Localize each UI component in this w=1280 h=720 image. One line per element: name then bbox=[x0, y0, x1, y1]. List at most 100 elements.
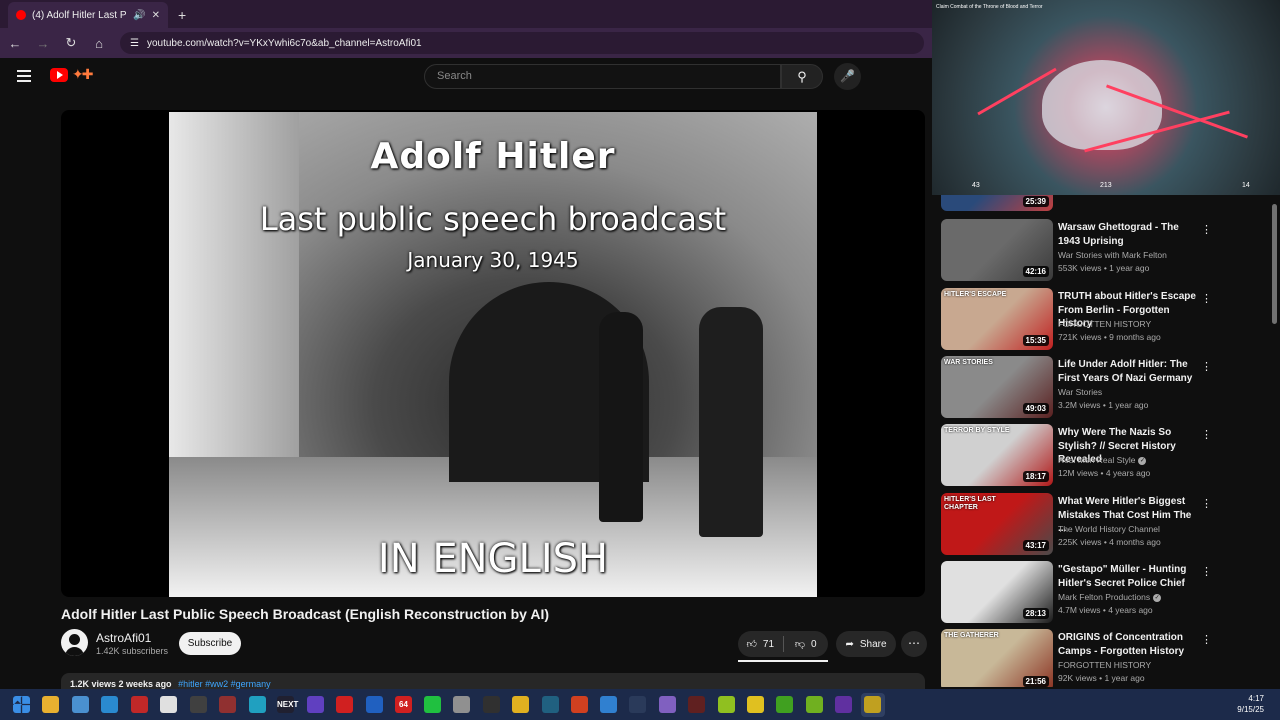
frame-figure-left bbox=[599, 312, 643, 522]
subscribe-button[interactable]: Subscribe bbox=[179, 632, 241, 655]
recommendation-thumbnail[interactable]: HITLER'S ESCAPE 15:35 bbox=[941, 288, 1053, 350]
more-options-icon[interactable]: ⋮ bbox=[1201, 497, 1212, 510]
recommendation-title[interactable]: Life Under Adolf Hitler: The First Years… bbox=[1058, 358, 1198, 385]
next-icon[interactable]: NEXT bbox=[277, 696, 298, 713]
recommendation-channel[interactable]: FORGOTTEN HISTORY bbox=[1058, 660, 1151, 670]
more-actions-icon[interactable]: ⋯ bbox=[901, 631, 927, 657]
app-grey-icon[interactable] bbox=[453, 696, 470, 713]
recommendation-title[interactable]: ORIGINS of Concentration Camps - Forgott… bbox=[1058, 631, 1198, 658]
recommendation-thumbnail[interactable]: WAR STORIES 49:03 bbox=[941, 356, 1053, 418]
recommendation-item[interactable]: THE GATHERER 21:56 ORIGINS of Concentratio… bbox=[940, 629, 1270, 687]
steam-icon[interactable] bbox=[629, 696, 646, 713]
search-icon[interactable]: ⚲ bbox=[781, 64, 823, 89]
reload-icon[interactable]: ↻ bbox=[64, 35, 78, 51]
verified-icon: ✓ bbox=[1138, 456, 1147, 465]
recommendation-item[interactable]: HOW CHINA GOT THE BOMB25:39 bbox=[940, 195, 1270, 211]
taskbar-clock[interactable]: 4:17 9/15/25 bbox=[1237, 693, 1264, 715]
share-button[interactable]: ➦ Share bbox=[836, 631, 896, 657]
recommendation-item[interactable]: HITLER'S LAST CHAPTER 43:17 What Were Hitl… bbox=[940, 493, 1270, 555]
more-options-icon[interactable]: ⋮ bbox=[1201, 360, 1212, 373]
recommendation-channel[interactable]: War Stories bbox=[1058, 387, 1102, 397]
recommendation-thumbnail[interactable]: HOW CHINA GOT THE BOMB25:39 bbox=[941, 195, 1053, 211]
microphone-icon[interactable]: 🎤 bbox=[834, 63, 861, 90]
app-teal-icon[interactable] bbox=[542, 696, 559, 713]
recommendation-item[interactable]: 28:13 "Gestapo" Müller - Hunting Hitler's… bbox=[940, 561, 1270, 623]
description-tags[interactable]: #hitler #ww2 #germany bbox=[178, 679, 271, 689]
chrome-canary-icon[interactable] bbox=[571, 696, 588, 713]
app-active-icon[interactable] bbox=[864, 696, 881, 713]
video-duration: 21:56 bbox=[1022, 676, 1049, 687]
more-options-icon[interactable]: ⋮ bbox=[1201, 428, 1212, 441]
recommendation-channel[interactable]: War Stories with Mark Felton bbox=[1058, 250, 1167, 260]
channel-avatar[interactable] bbox=[61, 629, 88, 656]
more-options-icon[interactable]: ⋮ bbox=[1201, 565, 1212, 578]
description-box[interactable]: 1.2K views 2 weeks ago #hitler #ww2 #ger… bbox=[61, 673, 925, 689]
home-icon[interactable]: ⌂ bbox=[92, 36, 106, 51]
speaker-icon[interactable]: 🔊 bbox=[133, 10, 145, 21]
recommendation-title[interactable]: Warsaw Ghettograd - The 1943 Uprising bbox=[1058, 221, 1198, 248]
notepad-icon[interactable] bbox=[600, 696, 617, 713]
windows-start-icon[interactable] bbox=[13, 696, 30, 713]
recommendation-channel[interactable]: FORGOTTEN HISTORY bbox=[1058, 319, 1151, 329]
app-red4-icon[interactable] bbox=[688, 696, 705, 713]
logo-extension-icon[interactable]: ✦✚ bbox=[72, 66, 94, 83]
url-field[interactable]: ☰ youtube.com/watch?v=YKxYwhi6c7o&ab_cha… bbox=[120, 32, 924, 54]
close-tab-icon[interactable]: ✕ bbox=[152, 10, 160, 21]
recommendation-item[interactable]: 42:16 Warsaw Ghettograd - The 1943 Uprisi… bbox=[940, 219, 1270, 281]
dislike-button[interactable]: 👎︎ 0 bbox=[784, 638, 829, 651]
back-arrow-icon[interactable]: ← bbox=[8, 36, 22, 51]
more-options-icon[interactable]: ⋮ bbox=[1201, 223, 1212, 236]
browser-tab[interactable]: (4) Adolf Hitler Last Public S 🔊 ✕ bbox=[8, 2, 168, 28]
edge-icon[interactable] bbox=[101, 696, 118, 713]
app-purple-icon[interactable] bbox=[307, 696, 324, 713]
recommendations-scrollbar[interactable] bbox=[1272, 198, 1277, 688]
chrome-icon[interactable] bbox=[747, 696, 764, 713]
address-bar-row: ← → ↻ ⌂ ☰ youtube.com/watch?v=YKxYwhi6c7… bbox=[0, 28, 932, 58]
screen: (4) Adolf Hitler Last Public S 🔊 ✕ + ← →… bbox=[0, 0, 1280, 720]
search-input[interactable]: Search bbox=[424, 64, 781, 89]
menu-hamburger-icon[interactable] bbox=[17, 70, 31, 82]
recommendation-item[interactable]: WAR STORIES 49:03 Life Under Adolf Hitler:… bbox=[940, 356, 1270, 418]
recommendation-item[interactable]: TERROR BY STYLE 18:17 Why Were The Nazis S… bbox=[940, 424, 1270, 486]
more-options-icon[interactable]: ⋮ bbox=[1201, 633, 1212, 646]
app-lime-icon[interactable] bbox=[718, 696, 735, 713]
app-green-icon[interactable] bbox=[424, 696, 441, 713]
app-red2-icon[interactable] bbox=[219, 696, 236, 713]
chrome-yellow-icon[interactable] bbox=[512, 696, 529, 713]
app-green2-icon[interactable] bbox=[776, 696, 793, 713]
recommendation-thumbnail[interactable]: HITLER'S LAST CHAPTER 43:17 bbox=[941, 493, 1053, 555]
like-ratio-bar bbox=[738, 660, 828, 662]
app-cyan-icon[interactable] bbox=[249, 696, 266, 713]
nvidia-icon[interactable] bbox=[806, 696, 823, 713]
channel-name[interactable]: AstroAfi01 bbox=[96, 631, 151, 645]
recommendation-thumbnail[interactable]: 28:13 bbox=[941, 561, 1053, 623]
app-dark-icon[interactable] bbox=[190, 696, 207, 713]
app-blue-icon[interactable] bbox=[366, 696, 383, 713]
forward-arrow-icon[interactable]: → bbox=[36, 36, 50, 51]
clock-app-icon[interactable] bbox=[160, 696, 177, 713]
app-diamond-icon[interactable] bbox=[659, 696, 676, 713]
thumbnail-text: TERROR BY STYLE bbox=[944, 427, 1010, 434]
more-options-icon[interactable]: ⋮ bbox=[1201, 292, 1212, 305]
app-red3-icon[interactable] bbox=[336, 696, 353, 713]
scrollbar-thumb[interactable] bbox=[1272, 204, 1277, 324]
like-button[interactable]: 👍︎ 71 bbox=[738, 638, 783, 651]
recommendation-channel[interactable]: The World History Channel bbox=[1058, 524, 1160, 534]
mail-icon[interactable] bbox=[72, 696, 89, 713]
recommendation-item[interactable]: HITLER'S ESCAPE 15:35 TRUTH about Hitler's… bbox=[940, 288, 1270, 350]
recommendation-title[interactable]: "Gestapo" Müller - Hunting Hitler's Secr… bbox=[1058, 563, 1198, 590]
file-explorer-icon[interactable] bbox=[42, 696, 59, 713]
app-target-icon[interactable] bbox=[483, 696, 500, 713]
recommendation-thumbnail[interactable]: 42:16 bbox=[941, 219, 1053, 281]
app-red-icon[interactable] bbox=[131, 696, 148, 713]
recommendation-thumbnail[interactable]: THE GATHERER 21:56 bbox=[941, 629, 1053, 687]
recommendation-thumbnail[interactable]: TERROR BY STYLE 18:17 bbox=[941, 424, 1053, 486]
app-64-icon[interactable]: 64 bbox=[395, 696, 412, 713]
recommendation-channel[interactable]: Mark Felton Productions ✓ bbox=[1058, 592, 1162, 602]
video-player[interactable]: Adolf Hitler Last public speech broadcas… bbox=[61, 110, 925, 597]
new-tab-button[interactable]: + bbox=[178, 2, 186, 28]
recommendation-channel[interactable]: Real Men Real Style ✓ bbox=[1058, 455, 1147, 465]
site-info-icon[interactable]: ☰ bbox=[130, 38, 139, 49]
youtube-logo[interactable] bbox=[50, 68, 68, 82]
app-violet-icon[interactable] bbox=[835, 696, 852, 713]
